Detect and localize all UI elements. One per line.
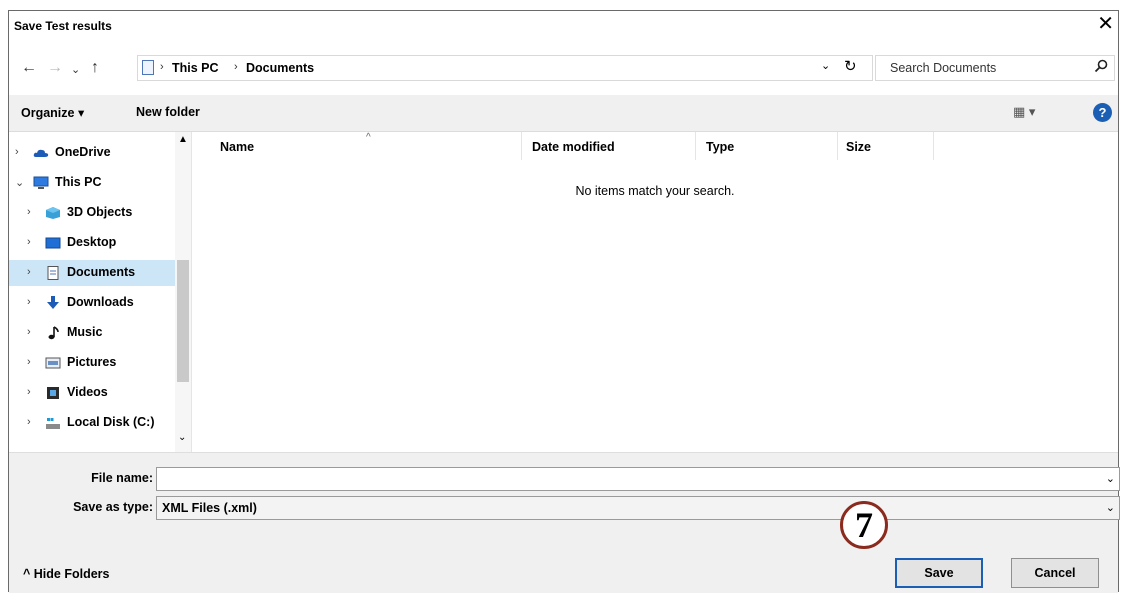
sidebar-item-label: Music	[67, 325, 103, 339]
disk-icon	[46, 418, 60, 429]
sidebar-item-videos[interactable]: › Videos	[9, 380, 175, 406]
empty-state-message: No items match your search.	[575, 184, 735, 198]
scroll-up-icon[interactable]: ▲	[178, 134, 188, 145]
expand-chevron-icon[interactable]: ›	[27, 416, 31, 428]
save-form: File name: ⌄ Save as type: XML Files (.x…	[9, 452, 1120, 593]
cancel-button[interactable]: Cancel	[1011, 558, 1099, 588]
sidebar-item-onedrive[interactable]: › OneDrive	[9, 140, 175, 166]
refresh-icon[interactable]: ↻	[844, 57, 857, 75]
sidebar-item-label: This PC	[55, 175, 102, 189]
sidebar-item-label: Documents	[67, 265, 136, 279]
document-icon	[47, 266, 59, 280]
computer-icon	[33, 176, 49, 189]
column-label: Type	[706, 140, 735, 154]
pictures-icon	[45, 357, 61, 369]
music-icon	[48, 326, 59, 340]
chevron-down-icon[interactable]: ⌄	[1106, 501, 1115, 514]
address-row: ← → ⌄ ↑ › This PC › Documents ⌄ ↻ Search…	[9, 41, 1118, 95]
sidebar-item-downloads[interactable]: › Downloads	[9, 290, 175, 316]
sidebar-item-label: Desktop	[67, 235, 117, 249]
address-bar[interactable]: › This PC › Documents	[137, 55, 873, 81]
search-icon[interactable]	[1094, 59, 1108, 73]
cloud-icon	[33, 149, 49, 157]
expand-chevron-icon[interactable]: ›	[15, 146, 19, 158]
sidebar-item-label: OneDrive	[55, 145, 111, 159]
help-icon[interactable]: ?	[1093, 103, 1112, 122]
save-as-type-label: Save as type:	[73, 500, 153, 514]
save-dialog: Save Test results ✕ ← → ⌄ ↑ › This PC › …	[8, 10, 1120, 593]
dialog-title: Save Test results	[14, 19, 112, 33]
step-callout-badge: 7	[840, 501, 888, 549]
column-header-date-modified[interactable]: Date modified	[522, 132, 696, 160]
breadcrumb-separator: ›	[234, 61, 238, 73]
breadcrumb-documents[interactable]: Documents	[246, 61, 314, 75]
close-icon[interactable]: ✕	[1097, 14, 1114, 34]
save-button[interactable]: Save	[895, 558, 983, 588]
expand-chevron-icon[interactable]: ›	[27, 386, 31, 398]
address-dropdown-icon[interactable]: ⌄	[821, 59, 830, 72]
recent-locations-chevron-icon[interactable]: ⌄	[71, 63, 80, 76]
search-box[interactable]: Search Documents	[875, 55, 1115, 81]
sidebar-item-label: Pictures	[67, 355, 117, 369]
collapse-chevron-icon[interactable]: ⌄	[15, 176, 24, 189]
sidebar-item-label: Local Disk (C:)	[67, 415, 155, 429]
command-bar: Organize ▾ New folder ▦ ▾ ?	[9, 95, 1118, 132]
column-header-type[interactable]: Type	[696, 132, 838, 160]
file-name-input[interactable]	[160, 468, 1030, 490]
sidebar-item-label: Videos	[67, 385, 108, 399]
sidebar-item-label: Downloads	[67, 295, 134, 309]
video-icon	[47, 387, 59, 399]
hide-folders-button[interactable]: ^ Hide Folders	[23, 567, 109, 581]
sort-ascending-icon: ^	[366, 132, 371, 143]
scroll-down-icon[interactable]: ⌄	[178, 432, 186, 443]
sidebar-item-this-pc[interactable]: ⌄ This PC	[9, 170, 175, 196]
documents-folder-icon	[142, 60, 154, 75]
navigation-pane: › OneDrive ⌄ This PC › 3D Objects › Desk…	[9, 132, 192, 452]
sidebar-item-label: 3D Objects	[67, 205, 133, 219]
file-list: Name ^ Date modified Type Size No items …	[192, 132, 1118, 452]
chevron-down-icon[interactable]: ⌄	[1106, 472, 1115, 485]
save-as-type-select[interactable]: XML Files (.xml) ⌄	[156, 496, 1120, 520]
expand-chevron-icon[interactable]: ›	[27, 356, 31, 368]
column-label: Date modified	[532, 140, 615, 154]
column-header-size[interactable]: Size	[838, 132, 934, 160]
expand-chevron-icon[interactable]: ›	[27, 266, 31, 278]
sidebar-item-documents[interactable]: › Documents	[9, 260, 175, 286]
column-header-name[interactable]: Name ^	[192, 132, 522, 160]
desktop-icon	[45, 237, 61, 249]
organize-button[interactable]: Organize ▾	[21, 105, 84, 120]
navigation-scrollbar[interactable]: ▲ ⌄	[175, 132, 191, 452]
search-placeholder: Search Documents	[890, 61, 997, 75]
forward-arrow-icon[interactable]: →	[47, 59, 63, 77]
column-label: Size	[846, 140, 872, 154]
expand-chevron-icon[interactable]: ›	[27, 296, 31, 308]
new-folder-button[interactable]: New folder	[136, 105, 200, 119]
expand-chevron-icon[interactable]: ›	[27, 206, 31, 218]
scroll-thumb[interactable]	[177, 260, 189, 382]
sidebar-item-local-disk[interactable]: › Local Disk (C:)	[9, 410, 175, 436]
column-label: Name	[220, 140, 255, 154]
back-arrow-icon[interactable]: ←	[21, 59, 37, 77]
change-view-icon[interactable]: ▦ ▾	[1013, 104, 1035, 120]
breadcrumb-this-pc[interactable]: This PC	[172, 61, 219, 75]
download-icon	[47, 296, 59, 309]
save-as-type-value: XML Files (.xml)	[162, 501, 257, 515]
up-arrow-icon[interactable]: ↑	[91, 59, 99, 77]
sidebar-item-desktop[interactable]: › Desktop	[9, 230, 175, 256]
sidebar-item-pictures[interactable]: › Pictures	[9, 350, 175, 376]
expand-chevron-icon[interactable]: ›	[27, 236, 31, 248]
file-name-label: File name:	[91, 471, 153, 485]
title-bar: Save Test results ✕	[9, 11, 1118, 42]
sidebar-item-3d-objects[interactable]: › 3D Objects	[9, 200, 175, 226]
breadcrumb-separator: ›	[160, 61, 164, 73]
sidebar-item-music[interactable]: › Music	[9, 320, 175, 346]
cube-icon	[46, 207, 60, 219]
expand-chevron-icon[interactable]: ›	[27, 326, 31, 338]
file-name-field[interactable]: ⌄	[156, 467, 1120, 491]
